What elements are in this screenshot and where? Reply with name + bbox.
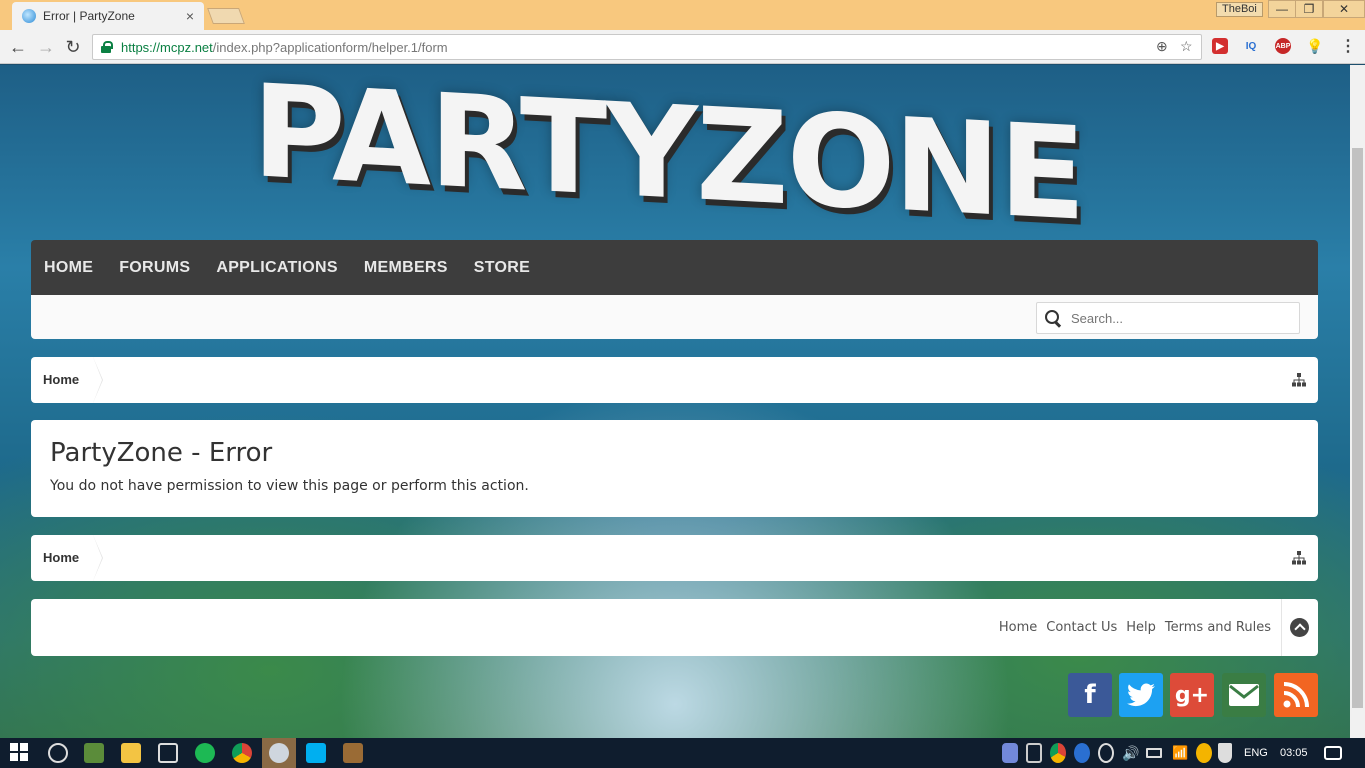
browser-toolbar: ← → ↻ https://mcpz.net /index.php?applic… bbox=[0, 30, 1365, 64]
back-arrow-icon[interactable]: ← bbox=[8, 37, 28, 57]
menu-icon[interactable]: ⋮ bbox=[1340, 38, 1356, 55]
footer-link-contact[interactable]: Contact Us bbox=[1046, 620, 1117, 635]
footer-links: Home Contact Us Help Terms and Rules bbox=[990, 599, 1271, 656]
minecraft-icon[interactable] bbox=[84, 743, 104, 763]
breadcrumb-separator bbox=[93, 535, 105, 581]
reload-icon[interactable]: ↻ bbox=[63, 37, 83, 57]
chrome-tray-icon[interactable] bbox=[1050, 743, 1066, 763]
close-window-icon[interactable]: ✕ bbox=[1323, 0, 1365, 18]
sitemap-icon[interactable] bbox=[1292, 551, 1306, 565]
skype-icon[interactable] bbox=[306, 743, 326, 763]
nav-members[interactable]: MEMBERS bbox=[364, 259, 448, 277]
breadcrumb-home[interactable]: Home bbox=[43, 535, 89, 581]
nav-forums[interactable]: FORUMS bbox=[119, 259, 190, 277]
app-icon-2[interactable] bbox=[158, 743, 178, 763]
nav-home[interactable]: HOME bbox=[44, 259, 93, 277]
defender-shield-icon[interactable] bbox=[1218, 743, 1232, 763]
url-path: /index.php?applicationform/helper.1/form bbox=[212, 39, 448, 55]
search-box[interactable] bbox=[1036, 302, 1300, 334]
google-plus-icon[interactable]: g+ bbox=[1170, 673, 1214, 717]
minimize-icon[interactable]: — bbox=[1268, 0, 1296, 18]
site-logo[interactable]: PARTYZONE bbox=[252, 65, 1084, 249]
tab-close-icon[interactable]: × bbox=[186, 8, 194, 24]
facebook-icon[interactable]: f bbox=[1068, 673, 1112, 717]
error-message: You do not have permission to view this … bbox=[50, 478, 529, 494]
forward-arrow-icon[interactable]: → bbox=[36, 37, 56, 57]
search-icon bbox=[1045, 310, 1061, 326]
scrollbar-thumb[interactable] bbox=[1352, 148, 1363, 708]
scroll-to-top-icon[interactable] bbox=[1290, 618, 1309, 637]
action-center-icon[interactable] bbox=[1324, 746, 1342, 760]
restore-icon[interactable]: ❐ bbox=[1295, 0, 1323, 18]
nav-store[interactable]: STORE bbox=[474, 259, 530, 277]
page-scrollbar[interactable] bbox=[1350, 65, 1365, 738]
profile-button[interactable]: TheBoi bbox=[1216, 2, 1263, 17]
steam-tray-icon[interactable] bbox=[1098, 743, 1114, 763]
tab-title: Error | PartyZone bbox=[43, 9, 135, 23]
site-favicon-icon bbox=[22, 9, 36, 23]
extension-pocket-icon[interactable]: ▶ bbox=[1212, 38, 1228, 54]
twitter-icon[interactable] bbox=[1119, 673, 1163, 717]
browser-tab-active[interactable]: Error | PartyZone × bbox=[12, 2, 204, 30]
app-icon-3[interactable] bbox=[269, 743, 289, 763]
breadcrumb-bottom: Home bbox=[31, 535, 1318, 581]
footer: Home Contact Us Help Terms and Rules bbox=[31, 599, 1318, 656]
browser-titlebar: Error | PartyZone × TheBoi — ❐ ✕ bbox=[0, 0, 1365, 30]
error-title: PartyZone - Error bbox=[50, 438, 273, 468]
email-icon[interactable] bbox=[1222, 673, 1266, 717]
search-input[interactable] bbox=[1071, 310, 1291, 326]
extension-adblock-icon[interactable]: ABP bbox=[1275, 38, 1291, 54]
address-bar[interactable]: https://mcpz.net /index.php?applicationf… bbox=[92, 34, 1202, 60]
notification-badge-icon[interactable] bbox=[1196, 743, 1212, 763]
language-indicator[interactable]: ENG bbox=[1244, 738, 1268, 768]
error-panel: PartyZone - Error You do not have permis… bbox=[31, 420, 1318, 517]
new-tab-button[interactable] bbox=[207, 8, 245, 24]
extension-iq-icon[interactable]: IQ bbox=[1243, 38, 1259, 54]
chrome-icon[interactable] bbox=[232, 743, 252, 763]
app-icon-1[interactable] bbox=[48, 743, 68, 763]
battery-icon[interactable] bbox=[1146, 748, 1162, 758]
volume-icon[interactable]: 🔊 bbox=[1122, 738, 1139, 768]
file-explorer-icon[interactable] bbox=[121, 743, 141, 763]
sitemap-icon[interactable] bbox=[1292, 373, 1306, 387]
clock[interactable]: 03:05 bbox=[1280, 738, 1308, 768]
zoom-icon[interactable]: ⊕ bbox=[1156, 38, 1168, 55]
tray-icon-2[interactable] bbox=[1026, 743, 1042, 763]
page-viewport: PARTYZONE HOME FORUMS APPLICATIONS MEMBE… bbox=[0, 65, 1350, 738]
windows-taskbar: 🔊 📶 ENG 03:05 bbox=[0, 738, 1365, 768]
spotify-icon[interactable] bbox=[195, 743, 215, 763]
breadcrumb-top: Home bbox=[31, 357, 1318, 403]
minecraft-launcher-icon[interactable] bbox=[343, 743, 363, 763]
nav-applications[interactable]: APPLICATIONS bbox=[216, 259, 338, 277]
tray-icon-4[interactable] bbox=[1074, 743, 1090, 763]
footer-divider bbox=[1281, 599, 1282, 656]
main-nav: HOME FORUMS APPLICATIONS MEMBERS STORE bbox=[31, 240, 1318, 295]
extension-bulb-icon[interactable]: 💡 bbox=[1306, 38, 1323, 54]
wifi-icon[interactable]: 📶 bbox=[1172, 738, 1188, 768]
search-bar-row bbox=[31, 295, 1318, 339]
footer-link-terms[interactable]: Terms and Rules bbox=[1165, 620, 1271, 635]
footer-link-help[interactable]: Help bbox=[1126, 620, 1156, 635]
discord-tray-icon[interactable] bbox=[1002, 743, 1018, 763]
bookmark-star-icon[interactable]: ☆ bbox=[1180, 38, 1193, 55]
breadcrumb-separator bbox=[93, 357, 105, 403]
footer-link-home[interactable]: Home bbox=[999, 620, 1037, 635]
lock-icon bbox=[101, 41, 113, 53]
windows-start-icon[interactable] bbox=[10, 743, 30, 763]
breadcrumb-home[interactable]: Home bbox=[43, 357, 89, 403]
url-host: https://mcpz.net bbox=[121, 39, 213, 55]
rss-icon[interactable] bbox=[1274, 673, 1318, 717]
